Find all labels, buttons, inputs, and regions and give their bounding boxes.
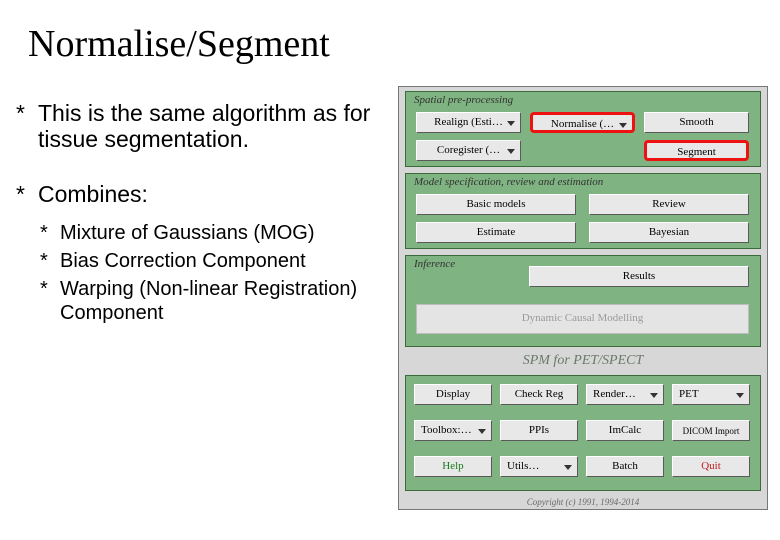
bullet-2: Combines: Mixture of Gaussians (MOG) Bia… <box>10 181 390 325</box>
quit-button[interactable]: Quit <box>672 456 750 477</box>
modality-select[interactable]: PET <box>672 384 750 405</box>
section-model: Model specification, review and estimati… <box>405 173 761 249</box>
imcalc-button[interactable]: ImCalc <box>586 420 664 441</box>
subbullet-1: Mixture of Gaussians (MOG) <box>38 221 390 245</box>
dcm-button[interactable]: Dynamic Causal Modelling <box>416 304 749 334</box>
check-reg-button[interactable]: Check Reg <box>500 384 578 405</box>
realign-button[interactable]: Realign (Esti… <box>416 112 521 133</box>
section-spatial: Spatial pre-processing Realign (Esti… No… <box>405 91 761 167</box>
batch-button[interactable]: Batch <box>586 456 664 477</box>
ppis-button[interactable]: PPIs <box>500 420 578 441</box>
section-inference: Inference Results Dynamic Causal Modelli… <box>405 255 761 347</box>
section-tools: Display Check Reg Render… PET Toolbox:… … <box>405 375 761 491</box>
render-button[interactable]: Render… <box>586 384 664 405</box>
spm-label: SPM for PET/SPECT <box>399 353 767 369</box>
bullet-1: This is the same algorithm as for tissue… <box>10 100 390 153</box>
estimate-button[interactable]: Estimate <box>416 222 576 243</box>
bayesian-button[interactable]: Bayesian <box>589 222 749 243</box>
copyright-label: Copyright (c) 1991, 1994-2014 <box>399 497 767 507</box>
segment-button[interactable]: Segment <box>644 140 749 161</box>
bullet-content: This is the same algorithm as for tissue… <box>10 100 390 353</box>
results-button[interactable]: Results <box>529 266 749 287</box>
toolbox-button[interactable]: Toolbox:… <box>414 420 492 441</box>
spm-panel: Spatial pre-processing Realign (Esti… No… <box>398 86 768 510</box>
subbullet-3: Warping (Non-linear Registration) Compon… <box>38 277 390 325</box>
dicom-button[interactable]: DICOM Import <box>672 420 750 441</box>
review-button[interactable]: Review <box>589 194 749 215</box>
section-spatial-label: Spatial pre-processing <box>414 94 513 106</box>
subbullet-2: Bias Correction Component <box>38 249 390 273</box>
normalise-button[interactable]: Normalise (… <box>530 112 635 133</box>
page-title: Normalise/Segment <box>28 22 330 66</box>
coregister-button[interactable]: Coregister (… <box>416 140 521 161</box>
help-button[interactable]: Help <box>414 456 492 477</box>
bullet-2-label: Combines: <box>38 181 148 207</box>
display-button[interactable]: Display <box>414 384 492 405</box>
basic-models-button[interactable]: Basic models <box>416 194 576 215</box>
utils-button[interactable]: Utils… <box>500 456 578 477</box>
section-inference-label: Inference <box>414 258 455 270</box>
smooth-button[interactable]: Smooth <box>644 112 749 133</box>
section-model-label: Model specification, review and estimati… <box>414 176 603 188</box>
